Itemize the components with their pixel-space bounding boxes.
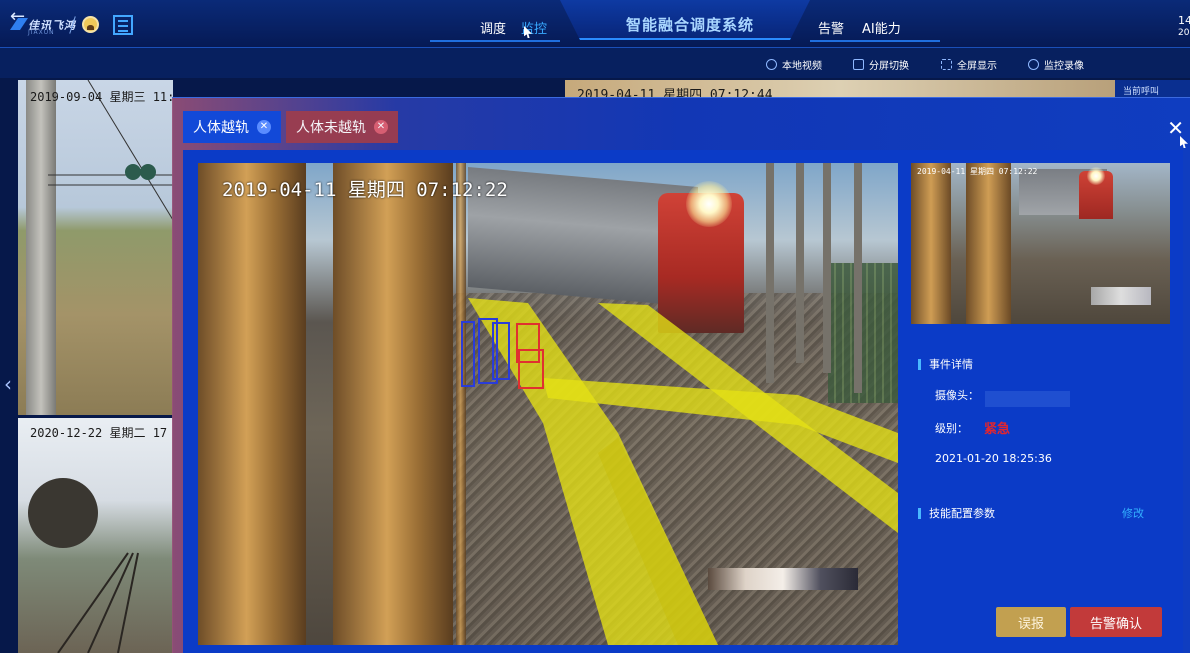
video-tile-3[interactable]: 2019-04-11 星期四 07:12:44 [565, 80, 1115, 98]
user-avatar-icon[interactable] [82, 16, 99, 33]
nav-ai-capability[interactable]: AI能力 [862, 18, 901, 37]
modal-close-icon[interactable]: ✕ [1167, 116, 1184, 140]
grid-icon [853, 59, 864, 70]
level-value: 紧急 [984, 422, 1011, 437]
video-toolbar: 本地视频 分屏切换 全屏显示 监控录像 [0, 48, 1190, 78]
video-tile-2[interactable]: 2020-12-22 星期二 17 [18, 418, 173, 653]
local-video-label: 本地视频 [782, 61, 822, 72]
foreground-pillar [333, 163, 453, 645]
recording-label: 监控录像 [1044, 61, 1084, 72]
video-tile-1[interactable]: 2019-09-04 星期三 11:08:00 [18, 80, 173, 415]
nav-alarm[interactable]: 告警 [818, 18, 844, 37]
nav-dispatch[interactable]: 调度 [480, 18, 506, 37]
event-details-title: 事件详情 [929, 358, 973, 371]
tab-close-icon[interactable]: ✕ [374, 120, 388, 134]
logo-subtext: JIAXUN [28, 29, 55, 36]
mouse-cursor-icon [1180, 136, 1188, 148]
tab-label: 人体未越轨 [296, 120, 366, 136]
tab-close-icon[interactable]: ✕ [257, 120, 271, 134]
building-icon[interactable] [113, 15, 133, 35]
clock-time: 14 [1178, 14, 1190, 27]
record-icon [1028, 59, 1039, 70]
system-title: 智能融合调度系统 [625, 16, 754, 34]
level-field-label: 级别： [935, 422, 968, 435]
skill-config-heading: 技能配置参数 [918, 505, 995, 521]
logo-mark-icon [10, 18, 28, 30]
edit-config-link[interactable]: 修改 [1122, 505, 1144, 521]
confirm-alarm-button[interactable]: 告警确认 [1070, 607, 1162, 637]
camera-icon [766, 59, 777, 70]
decor-line-right [810, 40, 940, 42]
fullscreen-icon [941, 59, 952, 70]
person-detection-box [492, 322, 510, 380]
foreground-pillar [456, 163, 466, 645]
event-details-heading: 事件详情 [918, 356, 973, 372]
local-video-button[interactable]: 本地视频 [766, 57, 822, 72]
snapshot-thumbnail[interactable]: 2019-04-11 星期四 07:12:22 [911, 163, 1170, 324]
prev-page-chevron-icon[interactable]: ‹ [4, 372, 12, 396]
privacy-mosaic [708, 568, 858, 590]
video-2-timestamp: 2020-12-22 星期二 17 [30, 426, 168, 440]
split-screen-label: 分屏切换 [869, 61, 909, 72]
camera-field-label: 摄像头： [935, 389, 979, 402]
tab-human-track-intrusion[interactable]: 人体越轨 ✕ [183, 111, 281, 143]
fullscreen-label: 全屏显示 [957, 61, 997, 72]
intrusion-detection-box [518, 349, 544, 389]
top-bar: ← 佳讯飞鸿 JIAXUN 调度 监控 智能融合调度系统 告警 AI能力 14 … [0, 0, 1190, 48]
false-report-button[interactable]: 误报 [996, 607, 1066, 637]
thumbnail-timestamp: 2019-04-11 星期四 07:12:22 [917, 167, 1038, 176]
section-marker [918, 507, 921, 519]
video-3-timestamp: 2019-04-11 星期四 07:12:44 [577, 88, 773, 98]
section-marker [918, 358, 921, 370]
camera-name-redacted [985, 391, 1070, 407]
person-detection-box [461, 321, 475, 387]
decor-line-left [430, 40, 560, 42]
overhead-wires [48, 80, 173, 221]
main-camera-timestamp: 2019-04-11 星期四 07:12:22 [222, 179, 508, 201]
video-1-timestamp: 2019-09-04 星期三 11:08:00 [30, 90, 173, 104]
thumbnail-headlight [1087, 167, 1105, 185]
fullscreen-button[interactable]: 全屏显示 [941, 57, 997, 72]
skill-config-title: 技能配置参数 [929, 507, 995, 520]
clock-date: 20 [1178, 28, 1190, 38]
current-call-label: 当前呼叫 [1123, 87, 1160, 97]
split-screen-button[interactable]: 分屏切换 [853, 57, 909, 72]
privacy-mosaic [1091, 287, 1151, 305]
event-datetime: 2021-01-20 18:25:36 [935, 452, 1052, 465]
tab-human-no-intrusion[interactable]: 人体未越轨 ✕ [286, 111, 398, 143]
thumbnail-pillar [911, 163, 951, 324]
recording-button[interactable]: 监控录像 [1028, 57, 1084, 72]
foreground-pillar [198, 163, 306, 645]
main-camera-view[interactable]: 2019-04-11 星期四 07:12:22 [198, 163, 898, 645]
tab-label: 人体越轨 [193, 120, 249, 136]
thumbnail-pillar [966, 163, 1011, 324]
railway-tracks [57, 552, 139, 653]
